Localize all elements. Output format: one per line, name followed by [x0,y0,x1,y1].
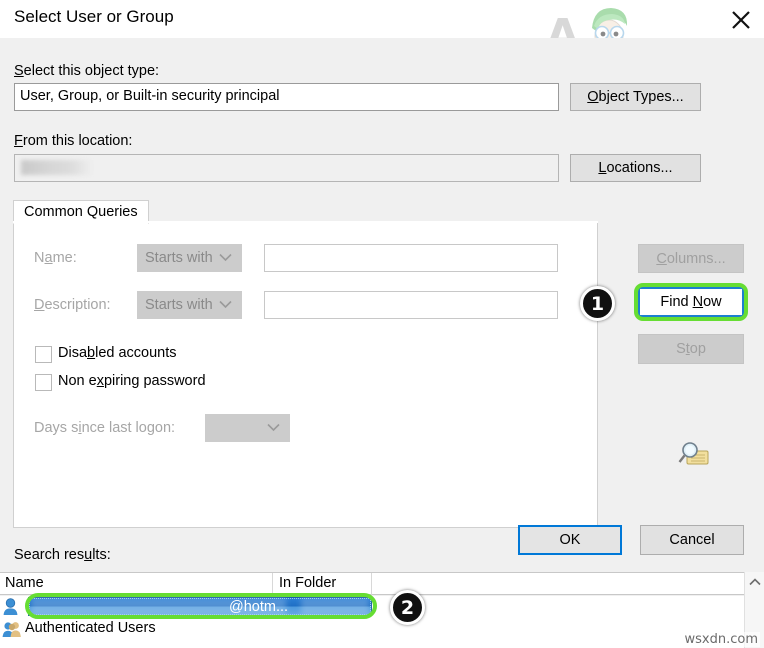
object-type-value: User, Group, or Built-in security princi… [20,88,280,104]
name-operator-dropdown[interactable]: Starts with [137,244,242,272]
select-user-or-group-dialog: Select User or Group A PUALS SSelect [0,0,764,648]
page-title: Select User or Group [14,7,174,26]
results-header: Name In Folder [0,572,764,596]
description-operator-value: Starts with [145,297,213,313]
non-expiring-password-label: Non expiring password [58,373,206,389]
close-icon[interactable] [724,2,758,34]
location-label: From this location: [14,133,133,149]
title-bar: Select User or Group [0,0,764,38]
annotation-badge-2: 2 [390,590,425,625]
description-label: Description: [34,297,111,313]
stop-button[interactable]: Stop [638,334,744,364]
column-header-in-folder[interactable]: In Folder [279,575,336,591]
location-field[interactable] [14,154,559,182]
disabled-accounts-label: Disabled accounts [58,345,177,361]
object-type-field[interactable]: User, Group, or Built-in security princi… [14,83,559,111]
days-since-logon-label: Days since last logon: [34,420,176,436]
find-now-button[interactable]: Find Now [638,287,744,317]
redacted-location-value [21,160,93,175]
chevron-down-icon [219,297,232,313]
name-label: Name: [34,250,77,266]
column-divider[interactable] [272,573,273,596]
user-icon [3,598,18,615]
cancel-label: Cancel [669,532,715,548]
table-row[interactable]: Authenticated Users [0,619,744,641]
name-operator-value: Starts with [145,250,213,266]
column-divider[interactable] [371,573,372,596]
site-watermark: wsxdn.com [682,632,760,647]
description-input[interactable] [264,291,558,319]
name-input[interactable] [264,244,558,272]
ok-button[interactable]: OK [518,525,622,555]
disabled-accounts-checkbox[interactable] [35,346,52,363]
dialog-body: SSelect this object type:elect this obje… [0,38,764,648]
redacted-result-folder [301,598,369,615]
days-since-logon-dropdown[interactable] [205,414,290,442]
annotation-badge-1: 1 [580,286,615,321]
result-name-1: Authenticated Users [25,620,156,636]
selected-result-row[interactable]: @hotm... [28,597,372,616]
chevron-down-icon [267,420,280,436]
table-row[interactable]: @hotm... [0,596,744,618]
columns-button[interactable]: Columns... [638,244,744,273]
result-name-0: @hotm... [229,599,289,615]
object-types-button[interactable]: Object Types... [570,83,701,111]
group-icon [2,622,21,637]
results-list: @hotm... Authenticated Users [0,596,764,648]
non-expiring-password-checkbox[interactable] [35,374,52,391]
chevron-down-icon [219,250,232,266]
tab-underlap [13,221,598,223]
tab-label: Common Queries [24,204,138,220]
ok-label: OK [559,532,581,548]
object-type-label: SSelect this object type:elect this obje… [14,63,160,79]
column-header-name[interactable]: Name [5,575,44,591]
locations-button[interactable]: Locations... [570,154,701,182]
search-results-label: Search results: [14,547,111,563]
cancel-button[interactable]: Cancel [640,525,744,555]
description-operator-dropdown[interactable]: Starts with [137,291,242,319]
scroll-up-icon[interactable] [745,572,764,592]
search-results-icon [676,439,712,471]
